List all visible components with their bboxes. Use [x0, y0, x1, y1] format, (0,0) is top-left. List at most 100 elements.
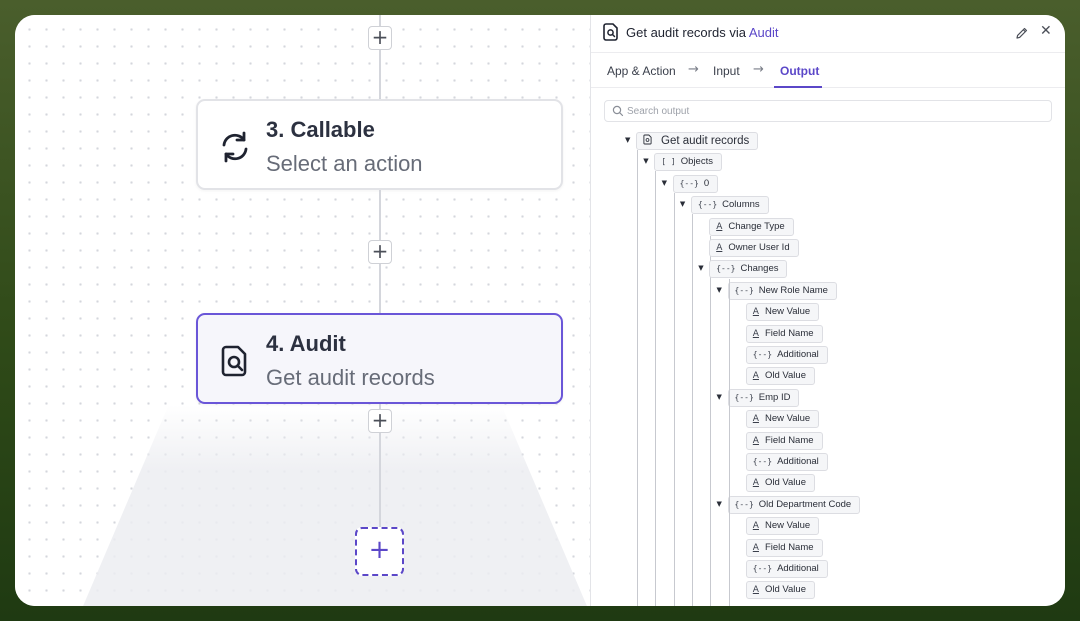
refresh-icon — [222, 131, 248, 163]
expand-caret-icon[interactable]: ▼ — [698, 264, 703, 272]
search-document-icon — [221, 345, 247, 377]
tree-node-label: Columns — [722, 199, 760, 211]
tree-node-root[interactable]: Get audit records — [636, 132, 759, 150]
tree-node-object[interactable]: {--} Changes — [709, 260, 788, 279]
search-document-icon — [643, 134, 652, 145]
tree-node-object[interactable]: {--} New Role Name — [727, 281, 837, 300]
tree-guide-line — [728, 278, 730, 606]
tree-node-field[interactable]: A Field Name — [745, 538, 823, 557]
connector-line — [379, 433, 381, 527]
text-type-icon: A — [752, 435, 759, 446]
tree-node-field[interactable]: A New Value — [745, 410, 820, 429]
tree-guide-line — [655, 171, 657, 606]
workflow-canvas[interactable]: + 3. Callable Select an action + 4. Audi… — [15, 15, 595, 606]
tree-node-field[interactable]: A Old Value — [745, 474, 815, 493]
tree-node-object[interactable]: {--} Additional — [745, 560, 828, 578]
tree-node-label: Get audit records — [661, 135, 750, 147]
app-window: + 3. Callable Select an action + 4. Audi… — [15, 15, 1065, 606]
tree-node-label: New Value — [764, 413, 811, 425]
tree-node-field[interactable]: A New Value — [745, 517, 820, 536]
tree-node-label: Old Value — [764, 370, 806, 382]
add-step-button[interactable]: + — [368, 240, 392, 264]
tree-guide-line — [691, 214, 693, 606]
add-step-button[interactable]: + — [368, 26, 392, 50]
expand-caret-icon[interactable]: ▼ — [717, 286, 722, 294]
node-title: 4. Audit — [266, 331, 346, 356]
tree-node-label: Old Value — [764, 584, 806, 596]
object-type-icon: {--} — [752, 564, 773, 573]
object-type-icon: {--} — [679, 178, 699, 188]
add-step-button[interactable]: + — [368, 409, 392, 433]
text-type-icon: A — [716, 243, 723, 253]
object-type-icon: {--} — [697, 200, 718, 210]
tree-node-object[interactable]: {--} 0 — [672, 174, 719, 193]
workflow-node-callable[interactable]: 3. Callable Select an action — [196, 99, 563, 190]
connector-line — [379, 264, 381, 314]
object-type-icon: {--} — [752, 350, 773, 359]
node-subtitle: Select an action — [266, 151, 423, 176]
tree-node-field[interactable]: A Field Name — [745, 431, 823, 450]
text-type-icon: A — [716, 221, 723, 232]
object-type-icon: {--} — [734, 285, 754, 295]
node-title: 3. Callable — [266, 117, 375, 142]
tree-node-label: Field Name — [764, 327, 814, 339]
tree-guide-line — [710, 235, 712, 606]
text-type-icon: A — [752, 371, 759, 382]
tree-node-field[interactable]: A Change Type — [709, 217, 794, 236]
tree-node-field[interactable]: A Old Value — [745, 367, 815, 386]
text-type-icon: A — [752, 542, 759, 553]
tree-node-label: New Value — [764, 306, 811, 318]
text-type-icon: A — [752, 307, 759, 318]
tree-node-label: Changes — [740, 263, 779, 275]
tree-node-label: New Value — [764, 520, 811, 532]
node-subtitle: Get audit records — [266, 365, 435, 390]
tree-node-field[interactable]: A Field Name — [745, 324, 823, 343]
object-type-icon: {--} — [716, 264, 736, 274]
expand-caret-icon[interactable]: ▼ — [643, 157, 648, 165]
step-details-panel: Get audit records via Audit ✕ App & Acti… — [590, 15, 1065, 606]
expand-caret-icon[interactable]: ▼ — [625, 136, 630, 144]
expand-caret-icon[interactable]: ▼ — [717, 500, 722, 508]
tree-node-label: 0 — [703, 177, 710, 189]
tree-guide-line — [673, 192, 675, 606]
tree-node-label: Field Name — [764, 434, 814, 446]
add-final-step-button[interactable]: + — [355, 527, 404, 576]
tree-node-object[interactable]: {--} Additional — [745, 453, 828, 471]
object-type-icon: {--} — [752, 457, 773, 466]
array-type-icon: [ ] — [661, 157, 676, 167]
text-type-icon: A — [752, 414, 759, 425]
tree-node-label: Change Type — [728, 220, 785, 232]
tree-node-array[interactable]: [ ] Objects — [654, 153, 722, 172]
tree-node-label: Old Value — [764, 477, 806, 489]
tree-node-label: Additional — [777, 456, 819, 467]
output-tree: ▼ Get audit records ▼ [ ] Objects ▼ {--} 0 ▼ {--}… — [591, 15, 1065, 606]
text-type-icon: A — [752, 328, 759, 339]
tree-node-label: Old Department Code — [758, 498, 852, 510]
object-type-icon: {--} — [734, 392, 754, 402]
connector-line — [379, 50, 381, 100]
tree-guide-line — [637, 150, 638, 606]
tree-node-label: Field Name — [764, 541, 814, 553]
tree-node-label: Additional — [777, 563, 819, 574]
text-type-icon: A — [752, 478, 759, 489]
object-type-icon: {--} — [734, 499, 754, 509]
text-type-icon: A — [752, 585, 759, 596]
connector-line — [379, 190, 381, 240]
tree-node-label: Emp ID — [758, 391, 791, 403]
tree-node-field[interactable]: A Owner User Id — [709, 239, 799, 257]
tree-node-field[interactable]: A Old Value — [745, 581, 815, 600]
tree-node-label: Objects — [680, 156, 713, 168]
workflow-node-audit[interactable]: 4. Audit Get audit records — [196, 313, 563, 404]
tree-node-object[interactable]: {--} Additional — [745, 346, 828, 364]
expand-caret-icon[interactable]: ▼ — [662, 179, 667, 187]
tree-node-field[interactable]: A New Value — [745, 303, 820, 322]
text-type-icon: A — [752, 521, 759, 532]
tree-node-object[interactable]: {--} Old Department Code — [727, 495, 861, 514]
expand-caret-icon[interactable]: ▼ — [680, 200, 685, 208]
tree-node-label: New Role Name — [758, 284, 828, 296]
expand-caret-icon[interactable]: ▼ — [717, 393, 722, 401]
tree-node-label: Owner User Id — [728, 242, 790, 253]
tree-node-object[interactable]: {--} Emp ID — [727, 388, 800, 407]
tree-node-label: Additional — [777, 349, 819, 360]
tree-node-object[interactable]: {--} Columns — [690, 196, 769, 215]
